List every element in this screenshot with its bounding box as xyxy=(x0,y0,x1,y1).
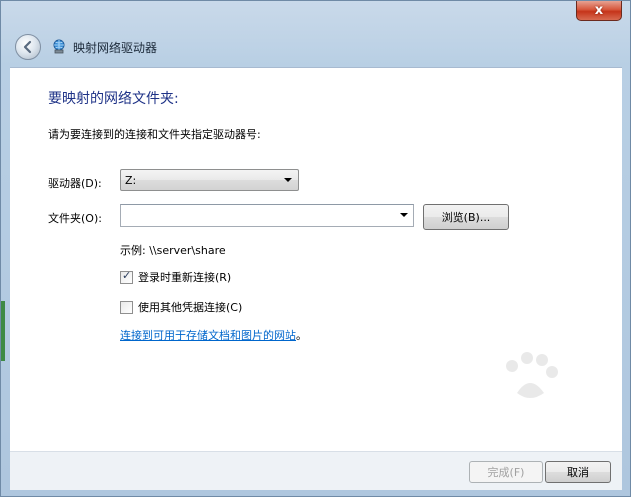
close-icon: x xyxy=(594,3,604,18)
drive-label: 驱动器(D): xyxy=(48,177,102,190)
folder-combobox xyxy=(120,204,414,227)
background-window-edge xyxy=(1,301,5,361)
cancel-button[interactable]: 取消 xyxy=(545,461,611,483)
other-credentials-checkbox[interactable] xyxy=(120,300,133,314)
map-network-drive-window: x 映射网络驱动器 要映射的网络文件夹: 请为要连接到的连接和文件夹指定驱动器号… xyxy=(0,0,631,497)
folder-dropdown-button[interactable] xyxy=(396,205,413,226)
wizard-content: 要映射的网络文件夹: 请为要连接到的连接和文件夹指定驱动器号: 驱动器(D): … xyxy=(10,67,622,452)
link-suffix: 。 xyxy=(296,329,307,342)
browse-button[interactable]: 浏览(B)... xyxy=(423,204,509,230)
chevron-down-icon xyxy=(400,213,408,217)
checkmark-icon: ✓ xyxy=(122,268,132,282)
reconnect-row: ✓ 登录时重新连接(R) xyxy=(120,269,231,285)
other-credentials-label[interactable]: 使用其他凭据连接(C) xyxy=(138,299,242,315)
chevron-down-icon xyxy=(284,178,292,182)
window-title: 映射网络驱动器 xyxy=(73,40,158,55)
network-drive-icon xyxy=(51,39,67,55)
page-heading: 要映射的网络文件夹: xyxy=(48,91,179,107)
folder-label: 文件夹(O): xyxy=(48,212,102,225)
drive-letter-select[interactable]: Z: xyxy=(120,169,299,191)
back-arrow-icon xyxy=(23,40,32,54)
back-button[interactable] xyxy=(15,34,41,60)
close-button[interactable]: x xyxy=(576,1,622,21)
reconnect-checkbox[interactable]: ✓ xyxy=(120,268,133,284)
finish-button[interactable]: 完成(F) xyxy=(469,461,543,483)
other-credentials-row: 使用其他凭据连接(C) xyxy=(120,299,242,315)
reconnect-label[interactable]: 登录时重新连接(R) xyxy=(138,269,231,285)
wizard-header: 映射网络驱动器 xyxy=(9,29,622,65)
drive-letter-value: Z: xyxy=(125,174,137,187)
instruction-text: 请为要连接到的连接和文件夹指定驱动器号: xyxy=(48,128,261,141)
wizard-footer: 完成(F) 取消 xyxy=(10,451,622,490)
watermark-decoration xyxy=(506,352,558,398)
folder-path-input[interactable] xyxy=(123,207,393,224)
example-text: 示例: \\server\share xyxy=(120,244,226,257)
storage-website-link[interactable]: 连接到可用于存储文档和图片的网站 xyxy=(120,327,296,343)
